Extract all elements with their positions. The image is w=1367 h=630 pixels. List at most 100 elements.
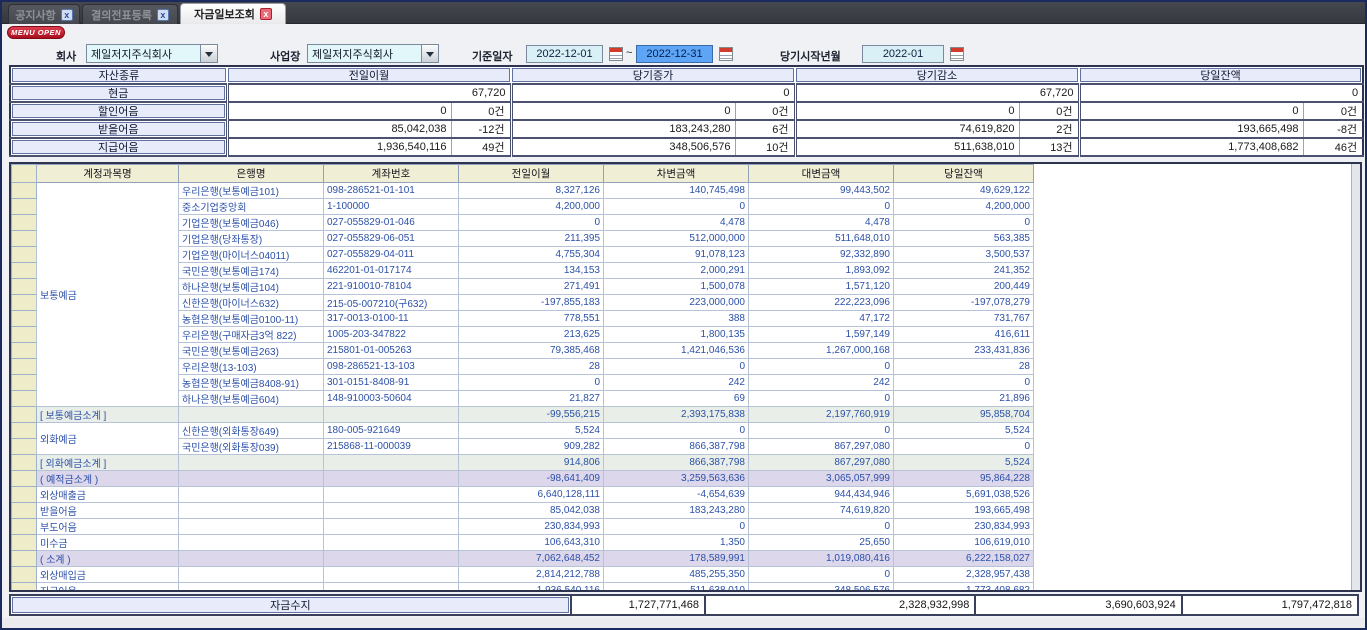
bank-name-cell[interactable]: 국민은행(보통예금263) (179, 343, 324, 359)
account-number-cell[interactable]: 1-100000 (324, 199, 459, 215)
site-select[interactable]: 제일저지주식회사 (307, 44, 439, 63)
row-selector-cell[interactable] (12, 343, 37, 359)
amount-cell[interactable]: 95,858,704 (894, 407, 1034, 423)
account-name-cell[interactable]: [ 외화예금소계 ] (37, 455, 179, 471)
amount-cell[interactable]: 5,524 (894, 423, 1034, 439)
amount-cell[interactable]: 1,267,000,168 (749, 343, 894, 359)
account-number-cell[interactable] (324, 503, 459, 519)
amount-cell[interactable]: 211,395 (459, 231, 604, 247)
amount-cell[interactable]: 3,065,057,999 (749, 471, 894, 487)
amount-cell[interactable]: 4,200,000 (459, 199, 604, 215)
amount-cell[interactable]: 0 (459, 215, 604, 231)
row-selector-cell[interactable] (12, 423, 37, 439)
bank-name-cell[interactable]: 우리은행(보통예금101) (179, 183, 324, 199)
amount-cell[interactable]: -197,078,279 (894, 295, 1034, 311)
bank-name-cell[interactable]: 농협은행(보통예금8408-91) (179, 375, 324, 391)
account-number-cell[interactable]: 027-055829-06-051 (324, 231, 459, 247)
account-number-cell[interactable]: 317-0013-0100-11 (324, 311, 459, 327)
amount-cell[interactable]: 69 (604, 391, 749, 407)
row-selector-cell[interactable] (12, 295, 37, 311)
table-row[interactable]: [ 외화예금소계 ]914,806866,387,798867,297,0805… (12, 455, 1034, 471)
amount-cell[interactable]: 4,200,000 (894, 199, 1034, 215)
bank-name-cell[interactable] (179, 583, 324, 593)
amount-cell[interactable]: 0 (749, 423, 894, 439)
bank-name-cell[interactable]: 우리은행(구매자금3억 822) (179, 327, 324, 343)
amount-cell[interactable]: 4,478 (604, 215, 749, 231)
bank-name-cell[interactable]: 중소기업중앙회 (179, 199, 324, 215)
amount-cell[interactable]: 271,491 (459, 279, 604, 295)
amount-cell[interactable]: 388 (604, 311, 749, 327)
account-number-cell[interactable]: 1005-203-347822 (324, 327, 459, 343)
bank-name-cell[interactable] (179, 519, 324, 535)
row-selector-cell[interactable] (12, 503, 37, 519)
calendar-icon[interactable] (609, 47, 623, 61)
amount-cell[interactable]: 95,864,228 (894, 471, 1034, 487)
amount-cell[interactable]: 5,691,038,526 (894, 487, 1034, 503)
bank-name-cell[interactable]: 신한은행(마이너스632) (179, 295, 324, 311)
amount-cell[interactable]: 0 (749, 359, 894, 375)
amount-cell[interactable]: 49,629,122 (894, 183, 1034, 199)
amount-cell[interactable]: 2,814,212,788 (459, 567, 604, 583)
amount-cell[interactable]: 193,665,498 (894, 503, 1034, 519)
bank-name-cell[interactable] (179, 487, 324, 503)
amount-cell[interactable]: 1,500,078 (604, 279, 749, 295)
amount-cell[interactable]: 140,745,498 (604, 183, 749, 199)
amount-cell[interactable]: 1,936,540,116 (459, 583, 604, 593)
account-number-cell[interactable]: 301-0151-8408-91 (324, 375, 459, 391)
amount-cell[interactable]: 222,223,096 (749, 295, 894, 311)
account-name-cell[interactable]: 미수금 (37, 535, 179, 551)
amount-cell[interactable]: 485,255,350 (604, 567, 749, 583)
amount-cell[interactable]: 8,327,126 (459, 183, 604, 199)
amount-cell[interactable]: 1,773,408,682 (894, 583, 1034, 593)
account-number-cell[interactable]: 221-910010-78104 (324, 279, 459, 295)
amount-cell[interactable]: -4,654,639 (604, 487, 749, 503)
account-name-cell[interactable]: 외상매출금 (37, 487, 179, 503)
amount-cell[interactable]: 0 (894, 215, 1034, 231)
row-selector-cell[interactable] (12, 375, 37, 391)
amount-cell[interactable]: 0 (604, 519, 749, 535)
amount-cell[interactable]: 914,806 (459, 455, 604, 471)
amount-cell[interactable]: 944,434,946 (749, 487, 894, 503)
row-selector-cell[interactable] (12, 279, 37, 295)
calendar-icon[interactable] (719, 47, 733, 61)
bank-name-cell[interactable] (179, 471, 324, 487)
account-number-cell[interactable]: 098-286521-01-101 (324, 183, 459, 199)
close-icon[interactable]: x (157, 9, 169, 21)
account-number-cell[interactable]: 098-286521-13-103 (324, 359, 459, 375)
account-name-cell[interactable]: 외상매입금 (37, 567, 179, 583)
row-selector-cell[interactable] (12, 535, 37, 551)
bank-name-cell[interactable]: 국민은행(외화통장039) (179, 439, 324, 455)
amount-cell[interactable]: 909,282 (459, 439, 604, 455)
table-row[interactable]: 받을어음85,042,038183,243,28074,619,820193,6… (12, 503, 1034, 519)
amount-cell[interactable]: 85,042,038 (459, 503, 604, 519)
bank-name-cell[interactable] (179, 535, 324, 551)
amount-cell[interactable]: 0 (459, 375, 604, 391)
amount-cell[interactable]: 0 (894, 439, 1034, 455)
bank-name-cell[interactable] (179, 567, 324, 583)
row-selector-cell[interactable] (12, 231, 37, 247)
amount-cell[interactable]: 3,500,537 (894, 247, 1034, 263)
amount-cell[interactable]: 223,000,000 (604, 295, 749, 311)
amount-cell[interactable]: 92,332,890 (749, 247, 894, 263)
row-selector-cell[interactable] (12, 263, 37, 279)
account-number-cell[interactable] (324, 583, 459, 593)
amount-cell[interactable]: 0 (604, 199, 749, 215)
amount-cell[interactable]: 183,243,280 (604, 503, 749, 519)
menu-open-button[interactable]: MENU OPEN (7, 26, 65, 39)
row-selector-cell[interactable] (12, 391, 37, 407)
tab-notice[interactable]: 공지사항 x (8, 4, 80, 24)
row-selector-cell[interactable] (12, 247, 37, 263)
bank-name-cell[interactable]: 하나은행(보통예금104) (179, 279, 324, 295)
amount-cell[interactable]: 230,834,993 (894, 519, 1034, 535)
date-to-input[interactable]: 2022-12-31 (636, 45, 713, 63)
row-selector-cell[interactable] (12, 407, 37, 423)
account-number-cell[interactable] (324, 567, 459, 583)
row-selector-cell[interactable] (12, 471, 37, 487)
account-number-cell[interactable] (324, 471, 459, 487)
row-selector-cell[interactable] (12, 455, 37, 471)
row-selector-cell[interactable] (12, 199, 37, 215)
account-number-cell[interactable]: 462201-01-017174 (324, 263, 459, 279)
bank-name-cell[interactable]: 하나은행(보통예금604) (179, 391, 324, 407)
bank-name-cell[interactable]: 신한은행(외화통장649) (179, 423, 324, 439)
amount-cell[interactable]: 0 (604, 423, 749, 439)
